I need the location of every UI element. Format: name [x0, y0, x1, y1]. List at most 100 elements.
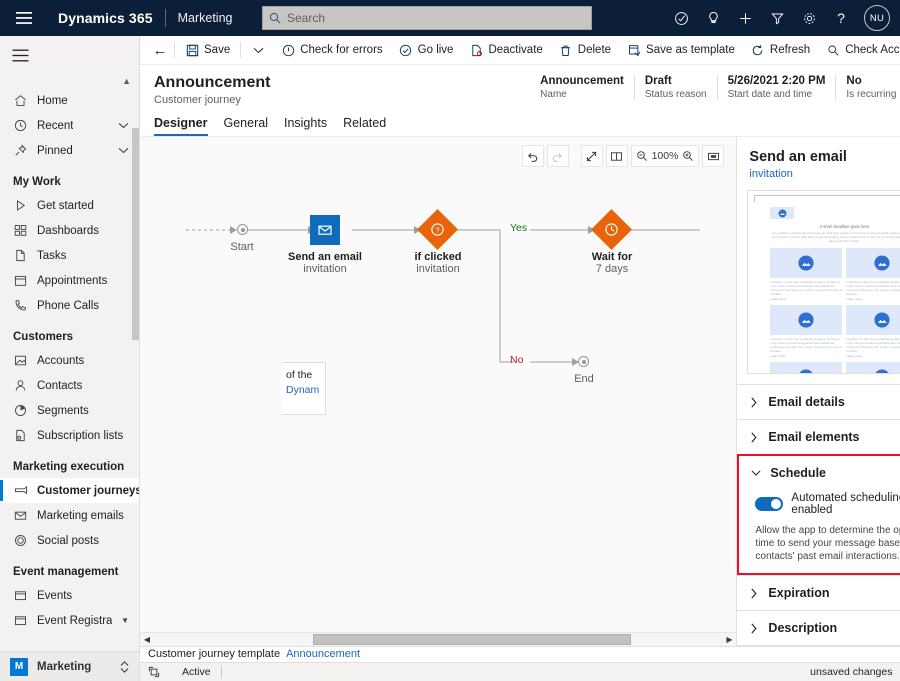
check-access-button[interactable]: Check Access — [818, 36, 900, 64]
back-arrow-icon[interactable]: ← — [148, 42, 172, 59]
search-placeholder: Search — [287, 11, 325, 25]
sidebar-item-contacts[interactable]: Contacts — [0, 373, 139, 398]
scrollbar-thumb[interactable] — [313, 634, 631, 645]
sidebar-scroll-down-arrow[interactable]: ▼ — [121, 616, 129, 625]
go-live-button[interactable]: Go live — [391, 36, 462, 64]
settings-icon[interactable] — [794, 0, 824, 36]
chevron-right-icon — [749, 588, 759, 599]
help-icon[interactable]: ? — [826, 0, 856, 36]
lightbulb-icon[interactable] — [698, 0, 728, 36]
avatar[interactable]: NU — [864, 5, 890, 31]
sidebar-item-accounts[interactable]: Accounts — [0, 348, 139, 373]
sidebar-item-customer-journeys[interactable]: Customer journeys — [0, 478, 139, 503]
section-header[interactable]: Schedule — [739, 456, 900, 490]
panel-sections: Email details Email elements — [737, 384, 900, 646]
add-icon[interactable] — [730, 0, 760, 36]
sidebar-item-label: Phone Calls — [37, 300, 99, 312]
end-node[interactable] — [578, 356, 589, 367]
panel-record-link[interactable]: invitation — [749, 168, 900, 180]
sidebar-item-segments[interactable]: Segments — [0, 398, 139, 423]
sidebar-item-label: Recent — [37, 120, 73, 132]
command-label: Go live — [418, 44, 454, 56]
section-description[interactable]: Description — [737, 610, 900, 645]
deactivate-button[interactable]: Deactivate — [461, 36, 550, 64]
automated-scheduling-toggle[interactable] — [755, 497, 783, 511]
sidebar-scroll-up-arrow[interactable]: ▲ — [0, 74, 139, 88]
scroll-left-arrow[interactable]: ◀ — [140, 635, 154, 644]
up-down-chevron-icon[interactable] — [120, 660, 129, 674]
check-for-errors-button[interactable]: Check for errors — [273, 36, 390, 64]
scroll-right-arrow[interactable]: ▶ — [722, 635, 736, 644]
diagnostics-icon[interactable] — [666, 0, 696, 36]
refresh-button[interactable]: Refresh — [743, 36, 818, 64]
sidebar-item-marketing-emails[interactable]: Marketing emails — [0, 503, 139, 528]
header-field-name[interactable]: Announcement Name — [530, 75, 634, 100]
sidebar-item-label: Social posts — [37, 535, 99, 547]
automated-scheduling-toggle-row[interactable]: Automated scheduling enabled — [739, 492, 900, 516]
sidebar-item-event-registrations[interactable]: Event Registrations ▼ — [0, 608, 139, 633]
section-header[interactable]: Email details — [737, 385, 900, 419]
section-divider-bottom — [737, 645, 900, 646]
header-field-start-date[interactable]: 5/26/2021 2:20 PM Start date and time — [717, 75, 836, 100]
sidebar-item-tasks[interactable]: Tasks — [0, 243, 139, 268]
header-field-status-reason[interactable]: Draft Status reason — [634, 75, 717, 100]
preview-card: Copyline on title Use a editorial create… — [846, 248, 900, 301]
sidebar-item-social-posts[interactable]: Social posts — [0, 528, 139, 553]
command-label: Delete — [578, 44, 611, 56]
command-label: Save as template — [646, 44, 735, 56]
section-header[interactable]: Description — [737, 611, 900, 645]
chevron-down-icon[interactable] — [118, 122, 129, 129]
sidebar-item-pinned[interactable]: Pinned — [0, 138, 139, 163]
tab-related[interactable]: Related — [343, 116, 386, 136]
hamburger-icon[interactable] — [0, 36, 139, 74]
save-button[interactable]: Save — [177, 36, 238, 64]
record-title-block: Announcement Customer journey — [154, 73, 530, 106]
tab-insights[interactable]: Insights — [284, 116, 327, 136]
header-field-is-recurring[interactable]: No Is recurring — [835, 75, 900, 100]
waffle-icon[interactable] — [0, 0, 48, 36]
section-email-elements[interactable]: Email elements — [737, 419, 900, 454]
sitemap-sidebar: ▲ Home Recent — [0, 36, 140, 681]
sidebar-item-recent[interactable]: Recent — [0, 113, 139, 138]
sidebar-item-get-started[interactable]: Get started — [0, 193, 139, 218]
preview-card-link: Learn more — [846, 354, 900, 358]
tab-designer[interactable]: Designer — [154, 116, 208, 136]
area-switcher[interactable]: M Marketing — [0, 651, 139, 681]
sidebar-group-title: Event management — [0, 553, 139, 583]
section-email-details[interactable]: Email details — [737, 384, 900, 419]
global-search[interactable]: Search — [262, 6, 592, 30]
sidebar-item-phone-calls[interactable]: Phone Calls — [0, 293, 139, 318]
section-schedule[interactable]: Schedule Automated scheduling enabled Al… — [737, 454, 900, 575]
chevron-down-icon[interactable] — [118, 147, 129, 154]
scrollbar-track[interactable] — [154, 633, 722, 647]
sidebar-item-home[interactable]: Home — [0, 88, 139, 113]
section-header[interactable]: Expiration — [737, 576, 900, 610]
sidebar-item-appointments[interactable]: Appointments — [0, 268, 139, 293]
fit-to-screen-icon[interactable] — [702, 145, 724, 167]
section-header[interactable]: Email elements — [737, 420, 900, 454]
start-node[interactable] — [237, 224, 248, 235]
sidebar-item-events[interactable]: Events — [0, 583, 139, 608]
preview-body-text: Use surface a perfect the reference key … — [770, 231, 900, 244]
sidebar-item-dashboards[interactable]: Dashboards — [0, 218, 139, 243]
save-as-template-button[interactable]: Save as template — [619, 36, 743, 64]
journey-designer: 100% of the Dynam — [140, 136, 900, 646]
tab-general[interactable]: General — [224, 116, 268, 136]
sidebar-item-label: Get started — [37, 200, 94, 212]
delete-button[interactable]: Delete — [551, 36, 619, 64]
send-email-node[interactable] — [310, 215, 340, 245]
breadcrumb-link[interactable]: Announcement — [286, 648, 360, 660]
section-expiration[interactable]: Expiration — [737, 575, 900, 610]
deactivate-icon — [469, 43, 483, 57]
canvas-horizontal-scrollbar[interactable]: ◀ ▶ — [140, 632, 736, 646]
chevron-right-icon — [749, 623, 759, 634]
command-label: Save — [204, 44, 230, 56]
journey-canvas[interactable]: 100% of the Dynam — [140, 137, 736, 646]
sidebar-item-subscription-lists[interactable]: Subscription lists — [0, 423, 139, 448]
email-preview[interactable]: Nav A short headline goes here Use surfa… — [747, 190, 900, 374]
record-status-icon[interactable] — [148, 666, 160, 678]
contact-icon — [13, 378, 28, 393]
save-dropdown-button[interactable] — [243, 36, 273, 64]
filter-icon[interactable] — [762, 0, 792, 36]
chevron-right-icon — [749, 397, 759, 408]
